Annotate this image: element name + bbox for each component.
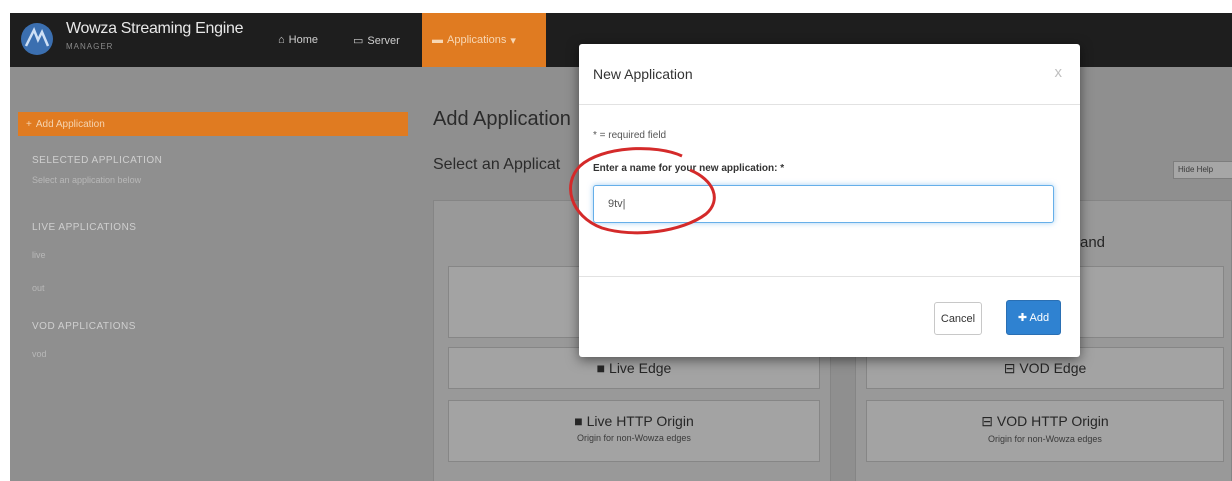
wowza-logo-icon: [21, 23, 53, 55]
live-app-item[interactable]: out: [32, 283, 45, 293]
live-http-origin-card[interactable]: ■ Live HTTP Origin Origin for non-Wowza …: [448, 400, 820, 462]
modal-footer-divider: [579, 276, 1080, 277]
hard-drive-icon: ⊟: [1003, 360, 1016, 376]
modal-header-divider: [579, 104, 1080, 105]
live-http-origin-desc: Origin for non-Wowza edges: [577, 433, 691, 443]
video-camera-icon: ■: [596, 360, 606, 376]
page-subtitle: Select an Applicat: [433, 156, 561, 173]
nav-server[interactable]: ▭ Server: [353, 34, 400, 48]
vod-edge-label: VOD Edge: [1019, 360, 1087, 376]
nav-applications-label: Applications: [447, 34, 507, 46]
live-app-item[interactable]: live: [32, 250, 46, 260]
required-field-note: * = required field: [593, 130, 667, 141]
hide-help-button[interactable]: Hide Help: [1173, 161, 1232, 179]
nav-server-label: Server: [367, 34, 400, 47]
nav-home-label: Home: [288, 34, 318, 46]
selected-application-heading: SELECTED APPLICATION: [32, 155, 163, 166]
nav-applications[interactable]: ▬ Applications ▾: [422, 13, 546, 67]
plus-icon: +: [26, 118, 32, 130]
hard-drive-icon: ⊟: [981, 413, 994, 429]
selected-application-hint: Select an application below: [32, 175, 142, 185]
vod-applications-heading: VOD APPLICATIONS: [32, 321, 136, 332]
live-applications-heading: LIVE APPLICATIONS: [32, 222, 137, 233]
add-button[interactable]: ✚ Add: [1006, 300, 1061, 335]
home-icon: ⌂: [278, 34, 285, 46]
live-http-origin-label: Live HTTP Origin: [586, 413, 694, 429]
add-application-button[interactable]: + Add Application: [18, 112, 408, 136]
application-name-label: Enter a name for your new application: *: [593, 163, 785, 174]
plus-icon: ✚: [1017, 312, 1028, 324]
add-application-label: Add Application: [35, 118, 105, 130]
monitor-icon: ▭: [353, 35, 364, 47]
live-edge-label: Live Edge: [609, 360, 672, 376]
new-application-modal: New Application x * = required field Ent…: [579, 44, 1080, 357]
brand-subtitle: MANAGER: [66, 42, 114, 51]
add-button-label: Add: [1029, 312, 1050, 324]
vod-app-item[interactable]: vod: [32, 349, 47, 359]
folder-icon: ▬: [432, 34, 443, 46]
vod-http-origin-label: VOD HTTP Origin: [996, 413, 1109, 429]
close-icon[interactable]: x: [1055, 64, 1063, 81]
video-on-demand-heading: and: [1080, 234, 1106, 251]
brand-name: Wowza Streaming Engine: [66, 20, 244, 37]
modal-title: New Application: [593, 66, 693, 82]
cancel-button[interactable]: Cancel: [934, 302, 982, 335]
page-title: Add Application: [433, 108, 571, 130]
video-camera-icon: ■: [574, 413, 583, 429]
nav-home[interactable]: ⌂ Home: [278, 34, 318, 46]
caret-down-icon: ▾: [510, 34, 516, 47]
vod-http-origin-desc: Origin for non-Wowza edges: [988, 434, 1102, 444]
application-name-input[interactable]: [593, 185, 1054, 223]
vod-http-origin-card[interactable]: ⊟ VOD HTTP Origin Origin for non-Wowza e…: [866, 400, 1224, 462]
